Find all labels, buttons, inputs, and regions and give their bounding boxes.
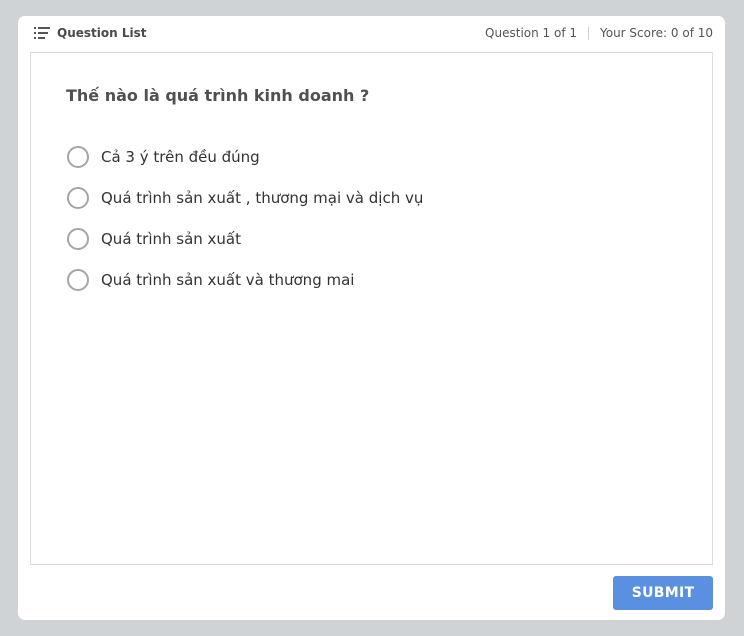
radio-button[interactable] — [67, 145, 89, 168]
answer-options: Cả 3 ý trên đều đúng Quá trình sản xuất … — [67, 136, 423, 300]
radio-button[interactable] — [67, 186, 89, 209]
answer-option-label: Quá trình sản xuất và thương mai — [101, 270, 355, 289]
list-icon — [34, 27, 50, 39]
answer-option-label: Quá trình sản xuất — [101, 229, 242, 248]
answer-option[interactable]: Cả 3 ý trên đều đúng — [67, 136, 423, 177]
quiz-meta: Question 1 of 1 Your Score: 0 of 10 — [485, 26, 713, 40]
score-display: Your Score: 0 of 10 — [600, 26, 713, 40]
question-list-label: Question List — [57, 26, 147, 40]
radio-button[interactable] — [67, 268, 89, 291]
quiz-header: Question List Question 1 of 1 Your Score… — [18, 16, 725, 52]
answer-option[interactable]: Quá trình sản xuất , thương mại và dịch … — [67, 177, 423, 218]
question-text: Thế nào là quá trình kinh doanh ? — [66, 86, 370, 105]
answer-option[interactable]: Quá trình sản xuất và thương mai — [67, 259, 423, 300]
answer-option-label: Quá trình sản xuất , thương mại và dịch … — [101, 188, 424, 207]
submit-button[interactable]: SUBMIT — [613, 576, 713, 610]
answer-option-label: Cả 3 ý trên đều đúng — [101, 147, 260, 166]
question-panel: Thế nào là quá trình kinh doanh ? Cả 3 ý… — [30, 52, 713, 565]
radio-button[interactable] — [67, 227, 89, 250]
quiz-card: Question List Question 1 of 1 Your Score… — [18, 16, 725, 620]
question-counter: Question 1 of 1 — [485, 26, 577, 40]
question-list-button[interactable]: Question List — [34, 26, 146, 40]
answer-option[interactable]: Quá trình sản xuất — [67, 218, 423, 259]
meta-divider — [588, 26, 589, 40]
